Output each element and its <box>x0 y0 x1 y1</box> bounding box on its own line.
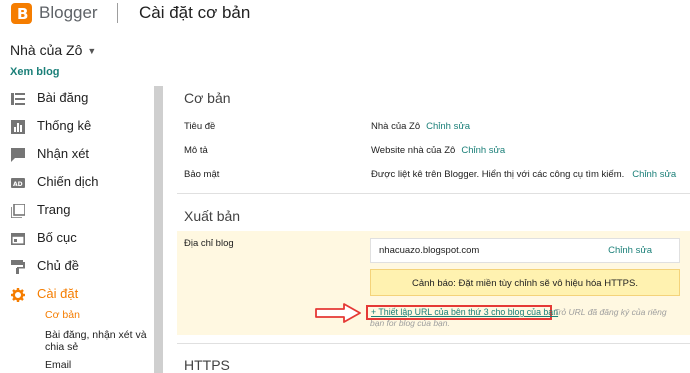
sidebar-item-label: Chiến dịch <box>37 174 99 189</box>
top-bar: B Blogger Cài đặt cơ bản <box>0 0 690 30</box>
sidebar-item-posts[interactable]: Bài đăng <box>0 86 152 114</box>
comments-icon <box>11 148 25 162</box>
theme-icon <box>11 260 25 274</box>
basic-section-title: Cơ bản <box>184 90 231 106</box>
privacy-value: Được liệt kê trên Blogger. Hiển thị với … <box>371 169 625 180</box>
svg-text:AD: AD <box>13 181 23 188</box>
page-title: Cài đặt cơ bản <box>139 3 251 22</box>
setup-third-party-url-link[interactable]: + Thiết lập URL của bên thứ 3 cho blog c… <box>371 307 558 317</box>
layout-icon <box>11 232 25 245</box>
edit-url-link[interactable]: Chỉnh sửa <box>608 245 652 256</box>
sidebar-item-label: Chủ đề <box>37 258 79 273</box>
campaigns-icon: AD <box>11 178 25 188</box>
https-warning-box: Cảnh báo: Đặt miền tùy chỉnh sẽ vô hiệu … <box>370 269 680 296</box>
sidebar-scrollbar[interactable] <box>154 86 163 373</box>
section-divider <box>177 343 690 344</box>
arrow-right-icon <box>315 303 361 323</box>
description-label: Mô tả <box>184 145 208 156</box>
view-blog-link[interactable]: Xem blog <box>10 66 60 78</box>
header-divider <box>117 3 118 23</box>
sidebar-item-pages[interactable]: Trang <box>0 198 152 226</box>
sidebar-item-label: Bố cục <box>37 230 77 245</box>
title-value: Nhà của Zô <box>371 121 421 132</box>
title-label: Tiêu đề <box>184 121 216 132</box>
sidebar-item-label: Nhận xét <box>37 146 90 161</box>
edit-title-link[interactable]: Chỉnh sửa <box>426 121 470 132</box>
sidebar-item-settings[interactable]: Cài đặt <box>0 282 152 310</box>
brand-name[interactable]: Blogger <box>39 3 98 23</box>
description-row-value: Website nhà của Zô Chỉnh sửa <box>371 145 505 156</box>
publish-section-title: Xuất bản <box>184 208 241 224</box>
pages-icon <box>11 204 25 218</box>
sidebar-item-stats[interactable]: Thống kê <box>0 114 152 142</box>
blog-url: nhacuazo.blogspot.com <box>379 245 480 256</box>
sidebar-item-layout[interactable]: Bố cục <box>0 226 152 254</box>
privacy-row-value: Được liệt kê trên Blogger. Hiển thị với … <box>371 169 676 180</box>
settings-sub-email[interactable]: Email <box>45 359 71 371</box>
sidebar-item-label: Cài đặt <box>37 286 79 301</box>
description-value: Website nhà của Zô <box>371 145 456 156</box>
setup-url-description-cont: bạn for blog của bạn. <box>370 318 450 328</box>
settings-sub-basic[interactable]: Cơ bản <box>45 309 80 321</box>
caret-down-icon: ▼ <box>87 46 97 57</box>
blog-address-label: Địa chỉ blog <box>184 238 234 249</box>
title-row-value: Nhà của Zô Chỉnh sửa <box>371 121 470 132</box>
settings-sub-posts-comments[interactable]: Bài đăng, nhận xét và <box>45 329 147 341</box>
sidebar-item-label: Trang <box>37 202 71 217</box>
privacy-label: Bảo mật <box>184 169 220 180</box>
section-divider <box>177 193 690 194</box>
sidebar-item-campaigns[interactable]: AD Chiến dịch <box>0 170 152 198</box>
logo-letter: B <box>17 5 29 23</box>
edit-description-link[interactable]: Chỉnh sửa <box>461 145 505 156</box>
stats-icon <box>11 120 25 134</box>
blog-selector[interactable]: Nhà của Zô ▼ <box>10 42 96 58</box>
setup-url-description: Trỏ URL đã đăng ký của riêng <box>554 307 667 317</box>
gear-icon <box>11 288 25 302</box>
blog-url-box: nhacuazo.blogspot.com Chỉnh sửa <box>370 238 680 263</box>
sidebar-nav: Bài đăng Thống kê Nhận xét AD Chiến dịch… <box>0 86 152 310</box>
https-section-title: HTTPS <box>184 357 230 373</box>
https-warning-text: Cảnh báo: Đặt miền tùy chỉnh sẽ vô hiệu … <box>411 278 638 289</box>
sidebar-item-label: Thống kê <box>37 118 92 133</box>
edit-privacy-link[interactable]: Chỉnh sửa <box>632 169 676 180</box>
blogger-logo-icon[interactable]: B <box>11 3 32 24</box>
settings-sub-posts-comments-cont[interactable]: chia sẻ <box>45 341 78 353</box>
sidebar-item-theme[interactable]: Chủ đề <box>0 254 152 282</box>
blog-name: Nhà của Zô <box>10 42 83 58</box>
sidebar-item-comments[interactable]: Nhận xét <box>0 142 152 170</box>
posts-icon <box>11 93 25 105</box>
sidebar-item-label: Bài đăng <box>37 90 89 105</box>
